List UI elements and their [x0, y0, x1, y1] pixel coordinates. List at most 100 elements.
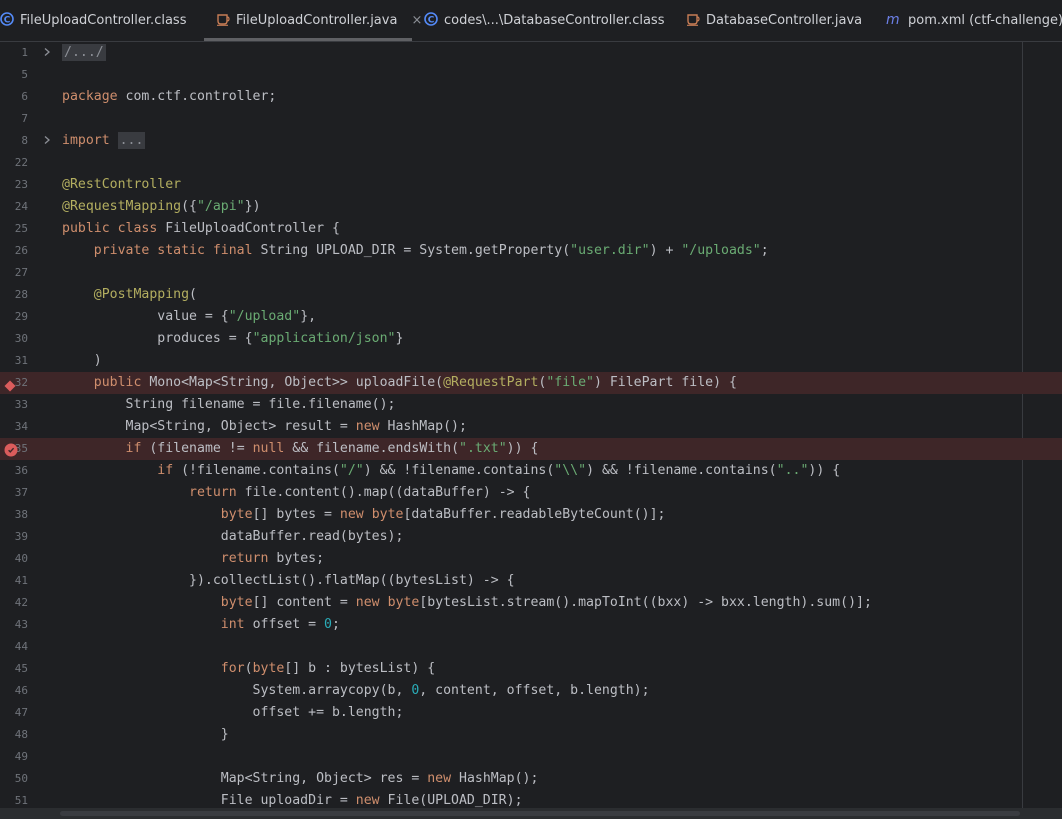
code-text[interactable]: Map<String, Object> res = new HashMap(); [62, 768, 539, 790]
code-line[interactable]: 41 }).collectList().flatMap((bytesList) … [0, 570, 1062, 592]
code-text[interactable]: }).collectList().flatMap((bytesList) -> … [62, 570, 515, 592]
code-line[interactable]: 49 [0, 746, 1062, 768]
line-number[interactable]: 24 [0, 196, 28, 218]
line-number[interactable]: 39 [0, 526, 28, 548]
line-number[interactable]: 22 [0, 152, 28, 174]
line-number[interactable]: 8 [0, 130, 28, 152]
code-text[interactable]: import ... [62, 130, 146, 152]
code-text[interactable]: value = {"/upload"}, [62, 306, 316, 328]
code-line[interactable]: 38 byte[] bytes = new byte[dataBuffer.re… [0, 504, 1062, 526]
code-line[interactable]: 8 import ... [0, 130, 1062, 152]
line-number[interactable]: 25 [0, 218, 28, 240]
line-number[interactable]: 37 [0, 482, 28, 504]
line-number[interactable]: 27 [0, 262, 28, 284]
code-line[interactable]: 40 return bytes; [0, 548, 1062, 570]
line-number[interactable]: 36 [0, 460, 28, 482]
code-line[interactable]: 22 [0, 152, 1062, 174]
code-line[interactable]: 36 if (!filename.contains("/") && !filen… [0, 460, 1062, 482]
code-line[interactable]: 23 @RestController [0, 174, 1062, 196]
code-text[interactable]: if (!filename.contains("/") && !filename… [62, 460, 840, 482]
code-line[interactable]: 6 package com.ctf.controller; [0, 86, 1062, 108]
line-number[interactable]: 23 [0, 174, 28, 196]
code-text[interactable]: private static final String UPLOAD_DIR =… [62, 240, 769, 262]
line-number[interactable]: 40 [0, 548, 28, 570]
code-text[interactable]: int offset = 0; [62, 614, 340, 636]
code-line[interactable]: 51 File uploadDir = new File(UPLOAD_DIR)… [0, 790, 1062, 808]
code-line[interactable]: 1 /.../ [0, 42, 1062, 64]
code-line[interactable]: 31 ) [0, 350, 1062, 372]
line-number[interactable]: 29 [0, 306, 28, 328]
code-text[interactable]: package com.ctf.controller; [62, 86, 276, 108]
code-text[interactable]: public Mono<Map<String, Object>> uploadF… [62, 372, 737, 394]
tab-fileuploadcontroller-class[interactable]: C FileUploadController.class [0, 0, 200, 41]
method-breakpoint-icon[interactable] [4, 377, 16, 392]
folded-region[interactable]: /.../ [62, 44, 106, 61]
line-number[interactable]: 43 [0, 614, 28, 636]
fold-chevron-icon[interactable] [41, 47, 53, 59]
line-number[interactable]: 7 [0, 108, 28, 130]
code-line[interactable]: 26 private static final String UPLOAD_DI… [0, 240, 1062, 262]
line-number[interactable]: 31 [0, 350, 28, 372]
line-number[interactable]: 34 [0, 416, 28, 438]
code-line[interactable]: 42 byte[] content = new byte[bytesList.s… [0, 592, 1062, 614]
code-line[interactable]: 33 String filename = file.filename(); [0, 394, 1062, 416]
line-breakpoint-icon[interactable] [4, 442, 18, 457]
line-number[interactable]: 49 [0, 746, 28, 768]
line-number[interactable]: 1 [0, 42, 28, 64]
code-line[interactable]: 39 dataBuffer.read(bytes); [0, 526, 1062, 548]
code-line[interactable]: 48 } [0, 724, 1062, 746]
code-text[interactable]: ) [62, 350, 102, 372]
close-icon[interactable]: × [411, 13, 422, 28]
line-number[interactable]: 26 [0, 240, 28, 262]
code-editor[interactable]: 1 /.../ 5 6 package com.ctf.controller; 7 8 imp… [0, 42, 1062, 808]
code-text[interactable]: public class FileUploadController { [62, 218, 340, 240]
code-text[interactable]: File uploadDir = new File(UPLOAD_DIR); [62, 790, 523, 808]
line-number[interactable]: 44 [0, 636, 28, 658]
code-text[interactable]: return bytes; [62, 548, 324, 570]
line-number[interactable]: 41 [0, 570, 28, 592]
line-number[interactable]: 48 [0, 724, 28, 746]
code-line[interactable]: 45 for(byte[] b : bytesList) { [0, 658, 1062, 680]
code-line[interactable]: 30 produces = {"application/json"} [0, 328, 1062, 350]
code-line[interactable]: 37 return file.content().map((dataBuffer… [0, 482, 1062, 504]
code-text[interactable]: /.../ [62, 42, 106, 64]
code-line[interactable]: 43 int offset = 0; [0, 614, 1062, 636]
tab-databasecontroller-class[interactable]: Ccodes\...\DatabaseController.class [424, 0, 674, 41]
line-number[interactable]: 33 [0, 394, 28, 416]
code-text[interactable]: dataBuffer.read(bytes); [62, 526, 404, 548]
code-text[interactable]: @RestController [62, 174, 181, 196]
tab-pom-xml[interactable]: m pom.xml (ctf-challenge) [886, 0, 1062, 41]
code-text[interactable]: byte[] bytes = new byte[dataBuffer.reada… [62, 504, 666, 526]
code-line[interactable]: 29 value = {"/upload"}, [0, 306, 1062, 328]
code-text[interactable]: byte[] content = new byte[bytesList.stre… [62, 592, 872, 614]
code-text[interactable]: System.arraycopy(b, 0, content, offset, … [62, 680, 650, 702]
code-line[interactable]: 28 @PostMapping( [0, 284, 1062, 306]
code-line[interactable]: 32 public Mono<Map<String, Object>> uplo… [0, 372, 1062, 394]
code-line[interactable]: 24 @RequestMapping({"/api"}) [0, 196, 1062, 218]
code-line[interactable]: 46 System.arraycopy(b, 0, content, offse… [0, 680, 1062, 702]
line-number[interactable]: 5 [0, 64, 28, 86]
line-number[interactable]: 47 [0, 702, 28, 724]
code-line[interactable]: 5 [0, 64, 1062, 86]
code-line[interactable]: 25 public class FileUploadController { [0, 218, 1062, 240]
code-text[interactable]: return file.content().map((dataBuffer) -… [62, 482, 530, 504]
code-line[interactable]: 35 if (filename != null && filename.ends… [0, 438, 1062, 460]
line-number[interactable]: 28 [0, 284, 28, 306]
code-text[interactable]: @RequestMapping({"/api"}) [62, 196, 261, 218]
code-text[interactable]: @PostMapping( [62, 284, 197, 306]
horizontal-scrollbar[interactable] [0, 808, 1062, 819]
line-number[interactable]: 30 [0, 328, 28, 350]
tab-databasecontroller-java[interactable]: DatabaseController.java [686, 0, 866, 41]
line-number[interactable]: 38 [0, 504, 28, 526]
code-line[interactable]: 27 [0, 262, 1062, 284]
code-text[interactable]: for(byte[] b : bytesList) { [62, 658, 435, 680]
scrollbar-thumb[interactable] [60, 811, 1020, 816]
code-line[interactable]: 47 offset += b.length; [0, 702, 1062, 724]
code-text[interactable]: produces = {"application/json"} [62, 328, 403, 350]
code-line[interactable]: 34 Map<String, Object> result = new Hash… [0, 416, 1062, 438]
line-number[interactable]: 6 [0, 86, 28, 108]
code-line[interactable]: 7 [0, 108, 1062, 130]
code-text[interactable]: Map<String, Object> result = new HashMap… [62, 416, 467, 438]
line-number[interactable]: 51 [0, 790, 28, 808]
code-line[interactable]: 50 Map<String, Object> res = new HashMap… [0, 768, 1062, 790]
